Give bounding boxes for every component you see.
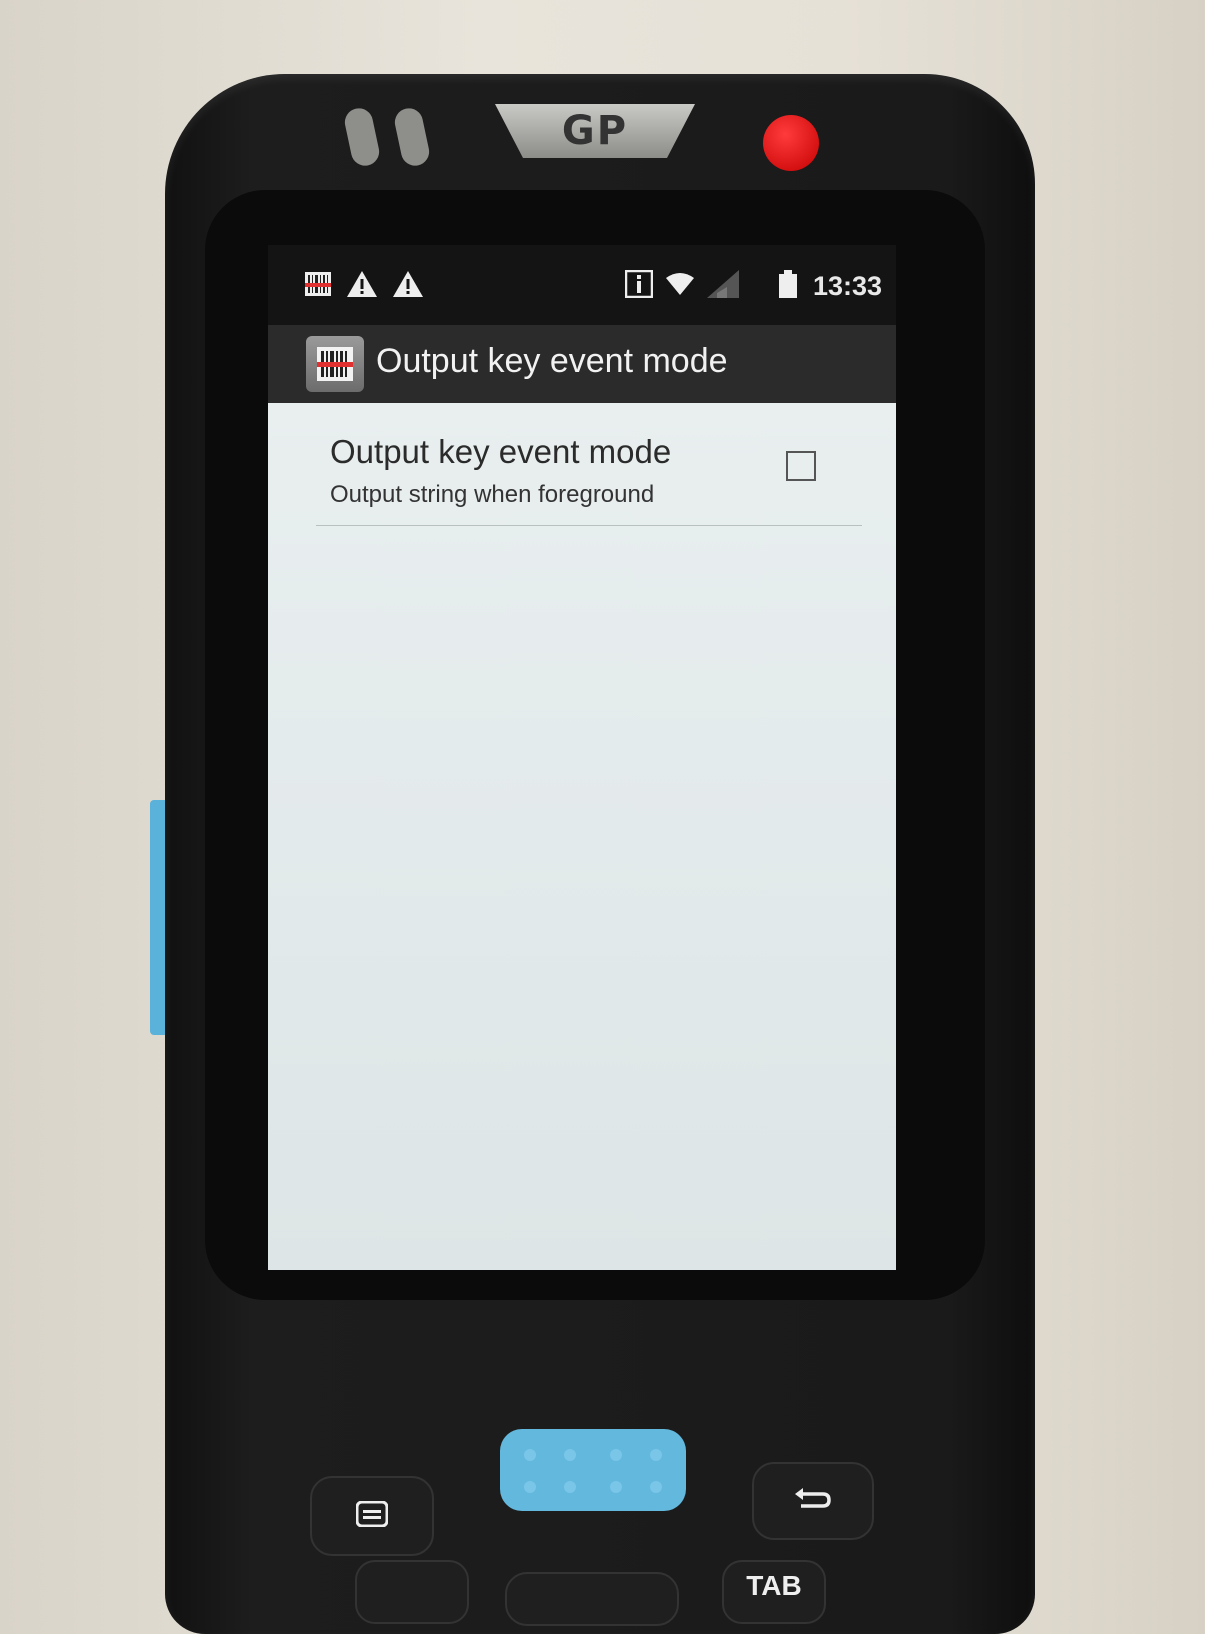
back-arrow-icon bbox=[793, 1485, 833, 1518]
action-bar: Output key event mode bbox=[268, 325, 896, 403]
barcode-scanner-icon bbox=[304, 269, 332, 299]
preference-title: Output key event mode bbox=[330, 433, 672, 470]
wifi-icon bbox=[664, 269, 696, 299]
signal-icon bbox=[704, 269, 742, 299]
status-time: 13:33 bbox=[812, 271, 882, 301]
barcode-scanner-icon[interactable] bbox=[306, 336, 364, 392]
output-key-event-mode-checkbox[interactable] bbox=[786, 451, 816, 481]
warning-icon bbox=[392, 269, 424, 299]
page-title: Output key event mode bbox=[376, 342, 728, 380]
center-navigation-key[interactable] bbox=[505, 1572, 679, 1626]
warning-icon bbox=[346, 269, 378, 299]
brand-logo: GP bbox=[495, 104, 695, 158]
scan-trigger-key[interactable] bbox=[500, 1429, 686, 1511]
menu-key[interactable] bbox=[310, 1476, 434, 1556]
battery-icon bbox=[776, 269, 800, 299]
preferences-list: Output key event mode Output string when… bbox=[268, 403, 896, 1270]
status-bar: 13:33 bbox=[268, 245, 896, 325]
preference-summary: Output string when foreground bbox=[330, 481, 655, 508]
tab-key-label: TAB bbox=[746, 1570, 802, 1601]
menu-icon bbox=[355, 1500, 389, 1532]
preference-output-key-event-mode[interactable]: Output key event mode Output string when… bbox=[268, 403, 896, 528]
device-screen: 13:33 Output key event mode Output key e… bbox=[268, 245, 896, 1270]
back-key[interactable] bbox=[752, 1462, 874, 1540]
record-indicator bbox=[763, 115, 819, 171]
tab-key[interactable]: TAB bbox=[722, 1560, 826, 1624]
info-icon bbox=[624, 269, 654, 299]
divider bbox=[316, 525, 862, 526]
left-navigation-key[interactable] bbox=[355, 1560, 469, 1624]
